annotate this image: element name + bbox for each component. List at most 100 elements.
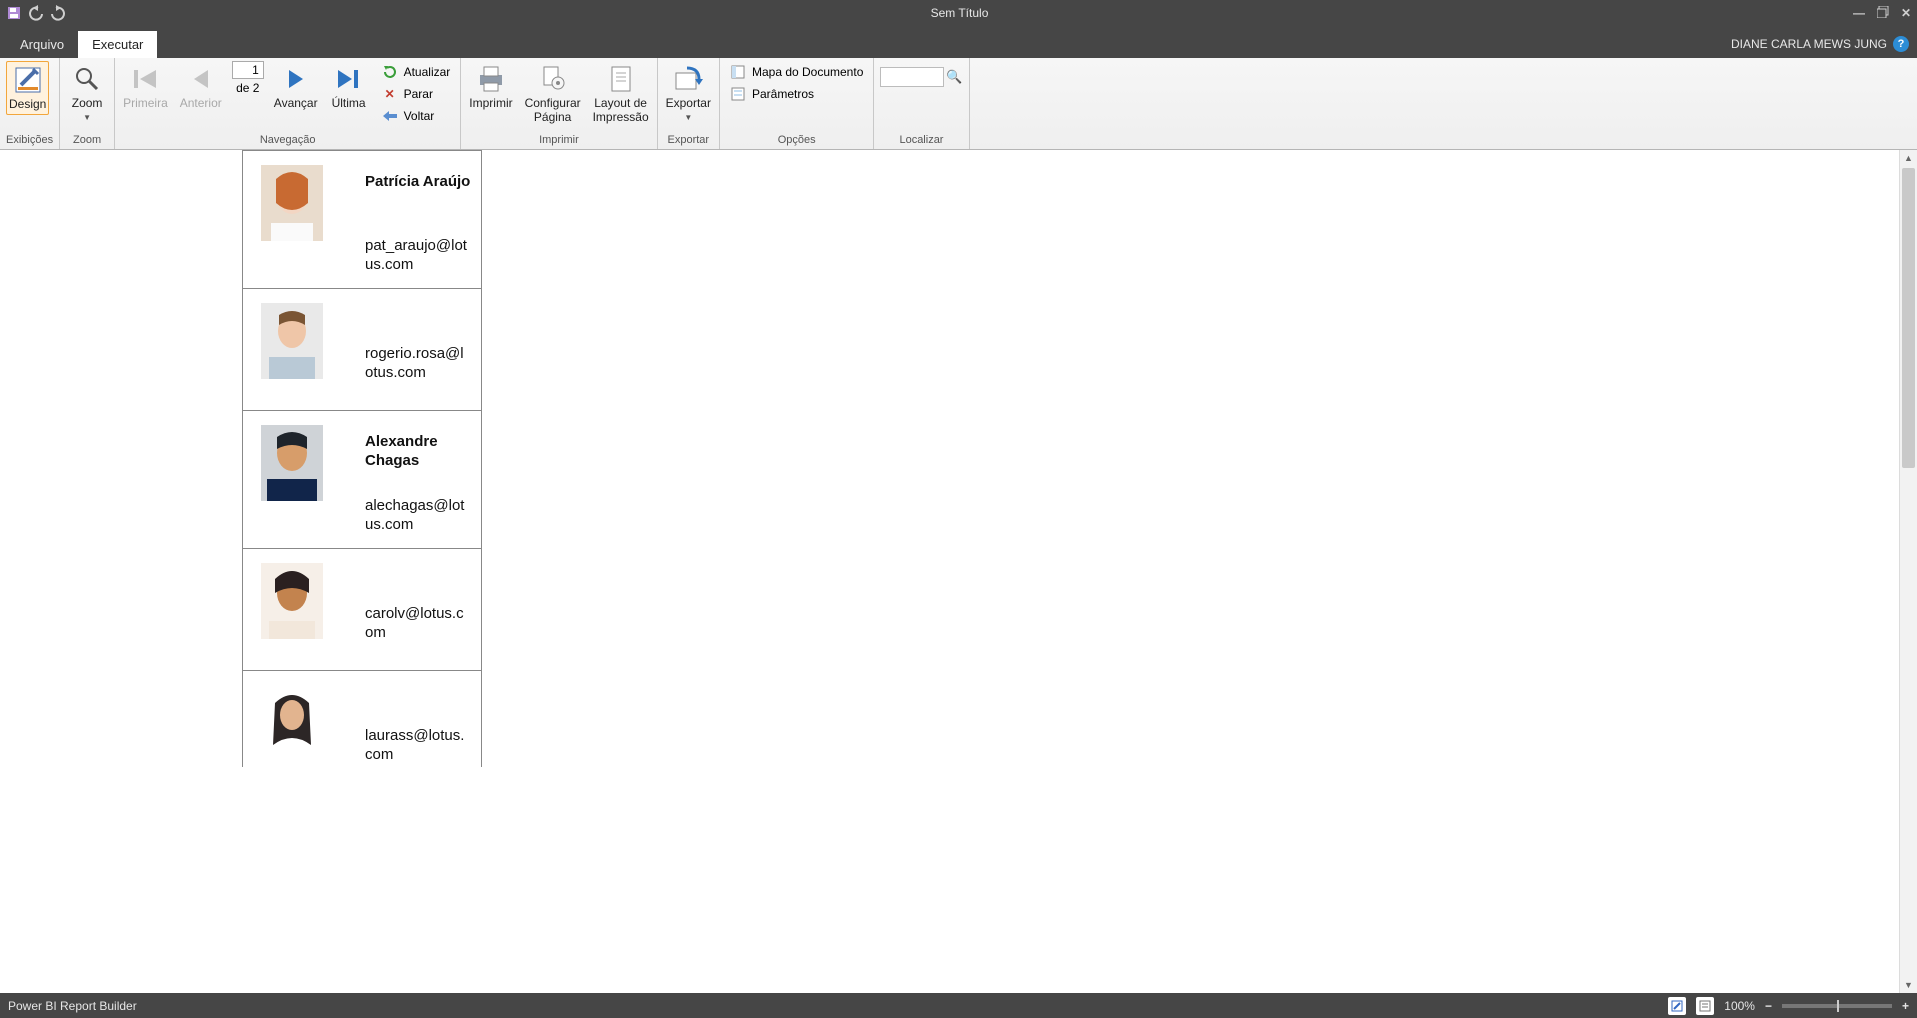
- person-email: carolv@lotus.com: [365, 605, 471, 643]
- print-layout-icon: [605, 63, 637, 95]
- restore-icon[interactable]: [1877, 6, 1889, 21]
- report-card: Patrícia Araújo pat_araujo@lotus.com: [243, 151, 481, 289]
- report-card: rogerio.rosa@lotus.com: [243, 289, 481, 411]
- scroll-down-icon[interactable]: ▼: [1900, 977, 1917, 993]
- help-icon[interactable]: ?: [1893, 36, 1909, 52]
- back-button[interactable]: Voltar: [378, 107, 455, 125]
- zoom-in-button[interactable]: +: [1902, 999, 1909, 1013]
- refresh-button[interactable]: Atualizar: [378, 63, 455, 81]
- person-photo: [261, 563, 323, 639]
- options-small-buttons: Mapa do Documento Parâmetros: [726, 61, 867, 103]
- ribbon-group-print: Imprimir Configurar Página Layout de Imp…: [461, 58, 657, 149]
- print-layout-button[interactable]: Layout de Impressão: [591, 61, 651, 127]
- ribbon-group-print-label: Imprimir: [467, 134, 650, 149]
- close-icon[interactable]: ✕: [1901, 6, 1911, 20]
- person-photo: [261, 165, 323, 241]
- print-button[interactable]: Imprimir: [467, 61, 514, 113]
- design-button[interactable]: Design: [6, 61, 49, 115]
- first-page-button[interactable]: Primeira: [121, 61, 170, 113]
- menu-bar: Arquivo Executar DIANE CARLA MEWS JUNG ?: [0, 26, 1917, 58]
- params-icon: [730, 86, 746, 102]
- tab-file[interactable]: Arquivo: [6, 31, 78, 58]
- window-controls: — ✕: [1853, 6, 1911, 21]
- ribbon-group-export: Exportar ▼ Exportar: [658, 58, 720, 149]
- next-page-button[interactable]: Avançar: [272, 61, 320, 113]
- person-photo: [261, 685, 323, 759]
- chevron-down-icon: ▼: [684, 113, 692, 122]
- chevron-down-icon: ▼: [83, 113, 91, 122]
- report-card: laurass@lotus.com: [243, 671, 481, 767]
- zoom-button[interactable]: Zoom ▼: [66, 61, 108, 124]
- undo-icon[interactable]: [28, 5, 44, 21]
- back-icon: [382, 108, 398, 124]
- doc-map-label: Mapa do Documento: [752, 65, 863, 79]
- stop-icon: ✕: [382, 86, 398, 102]
- ribbon-group-views-label: Exibições: [6, 134, 53, 149]
- person-photo: [261, 425, 323, 501]
- person-email: pat_araujo@lotus.com: [365, 237, 471, 275]
- zoom-slider[interactable]: [1782, 1004, 1892, 1008]
- prev-page-label: Anterior: [180, 97, 222, 111]
- ribbon-group-zoom: Zoom ▼ Zoom: [60, 58, 115, 149]
- view-design-icon[interactable]: [1668, 997, 1686, 1015]
- user-name-label: DIANE CARLA MEWS JUNG: [1731, 37, 1887, 51]
- person-name: Alexandre Chagas: [365, 433, 471, 471]
- zoom-icon: [71, 63, 103, 95]
- find-box: 🔍: [880, 61, 962, 87]
- params-label: Parâmetros: [752, 87, 814, 101]
- ribbon-group-zoom-label: Zoom: [66, 134, 108, 149]
- window-title: Sem Título: [66, 6, 1853, 20]
- next-page-label: Avançar: [274, 97, 318, 111]
- status-controls: 100% − +: [1668, 997, 1909, 1015]
- report-card: carolv@lotus.com: [243, 549, 481, 671]
- page-setup-icon: [537, 63, 569, 95]
- prev-page-icon: [185, 63, 217, 95]
- report-table: Patrícia Araújo pat_araujo@lotus.com rog…: [242, 150, 482, 767]
- quick-access-toolbar: [6, 5, 66, 21]
- export-button[interactable]: Exportar ▼: [664, 61, 713, 124]
- person-email: alechagas@lotus.com: [365, 497, 471, 535]
- stop-button[interactable]: ✕ Parar: [378, 85, 455, 103]
- zoom-out-button[interactable]: −: [1765, 999, 1772, 1013]
- save-icon[interactable]: [6, 5, 22, 21]
- design-icon: [12, 64, 44, 96]
- report-card: Alexandre Chagas alechagas@lotus.com: [243, 411, 481, 549]
- doc-map-button[interactable]: Mapa do Documento: [726, 63, 867, 81]
- vertical-scrollbar[interactable]: ▲ ▼: [1899, 150, 1917, 993]
- params-button[interactable]: Parâmetros: [726, 85, 867, 103]
- page-setup-button[interactable]: Configurar Página: [523, 61, 583, 127]
- last-page-icon: [333, 63, 365, 95]
- ribbon-group-nav-label: Navegação: [121, 134, 454, 149]
- binoculars-icon[interactable]: 🔍: [946, 69, 962, 85]
- last-page-button[interactable]: Última: [328, 61, 370, 113]
- zoom-button-label: Zoom: [72, 97, 103, 111]
- person-photo: [261, 303, 323, 379]
- first-page-icon: [129, 63, 161, 95]
- print-icon: [475, 63, 507, 95]
- prev-page-button[interactable]: Anterior: [178, 61, 224, 113]
- scroll-up-icon[interactable]: ▲: [1900, 150, 1917, 166]
- find-input[interactable]: [880, 67, 944, 87]
- user-area: DIANE CARLA MEWS JUNG ?: [1731, 36, 1909, 52]
- last-page-label: Última: [332, 97, 366, 111]
- print-label: Imprimir: [469, 97, 512, 111]
- minimize-icon[interactable]: —: [1853, 6, 1865, 20]
- person-email: laurass@lotus.com: [365, 727, 471, 765]
- status-bar: Power BI Report Builder 100% − +: [0, 993, 1917, 1018]
- stop-label: Parar: [404, 87, 433, 101]
- refresh-label: Atualizar: [404, 65, 451, 79]
- page-input-group: de 2: [232, 61, 264, 95]
- ribbon: Design Exibições Zoom ▼ Zoom Primeira: [0, 58, 1917, 150]
- view-preview-icon[interactable]: [1696, 997, 1714, 1015]
- export-icon: [672, 63, 704, 95]
- ribbon-group-options-label: Opções: [726, 134, 867, 149]
- tab-run[interactable]: Executar: [78, 31, 157, 58]
- person-name: Patrícia Araújo: [365, 173, 471, 192]
- nav-small-buttons: Atualizar ✕ Parar Voltar: [378, 61, 455, 125]
- redo-icon[interactable]: [50, 5, 66, 21]
- status-app-label: Power BI Report Builder: [8, 999, 1668, 1013]
- refresh-icon: [382, 64, 398, 80]
- page-number-input[interactable]: [232, 61, 264, 79]
- back-label: Voltar: [404, 109, 435, 123]
- scrollbar-thumb[interactable]: [1902, 168, 1915, 468]
